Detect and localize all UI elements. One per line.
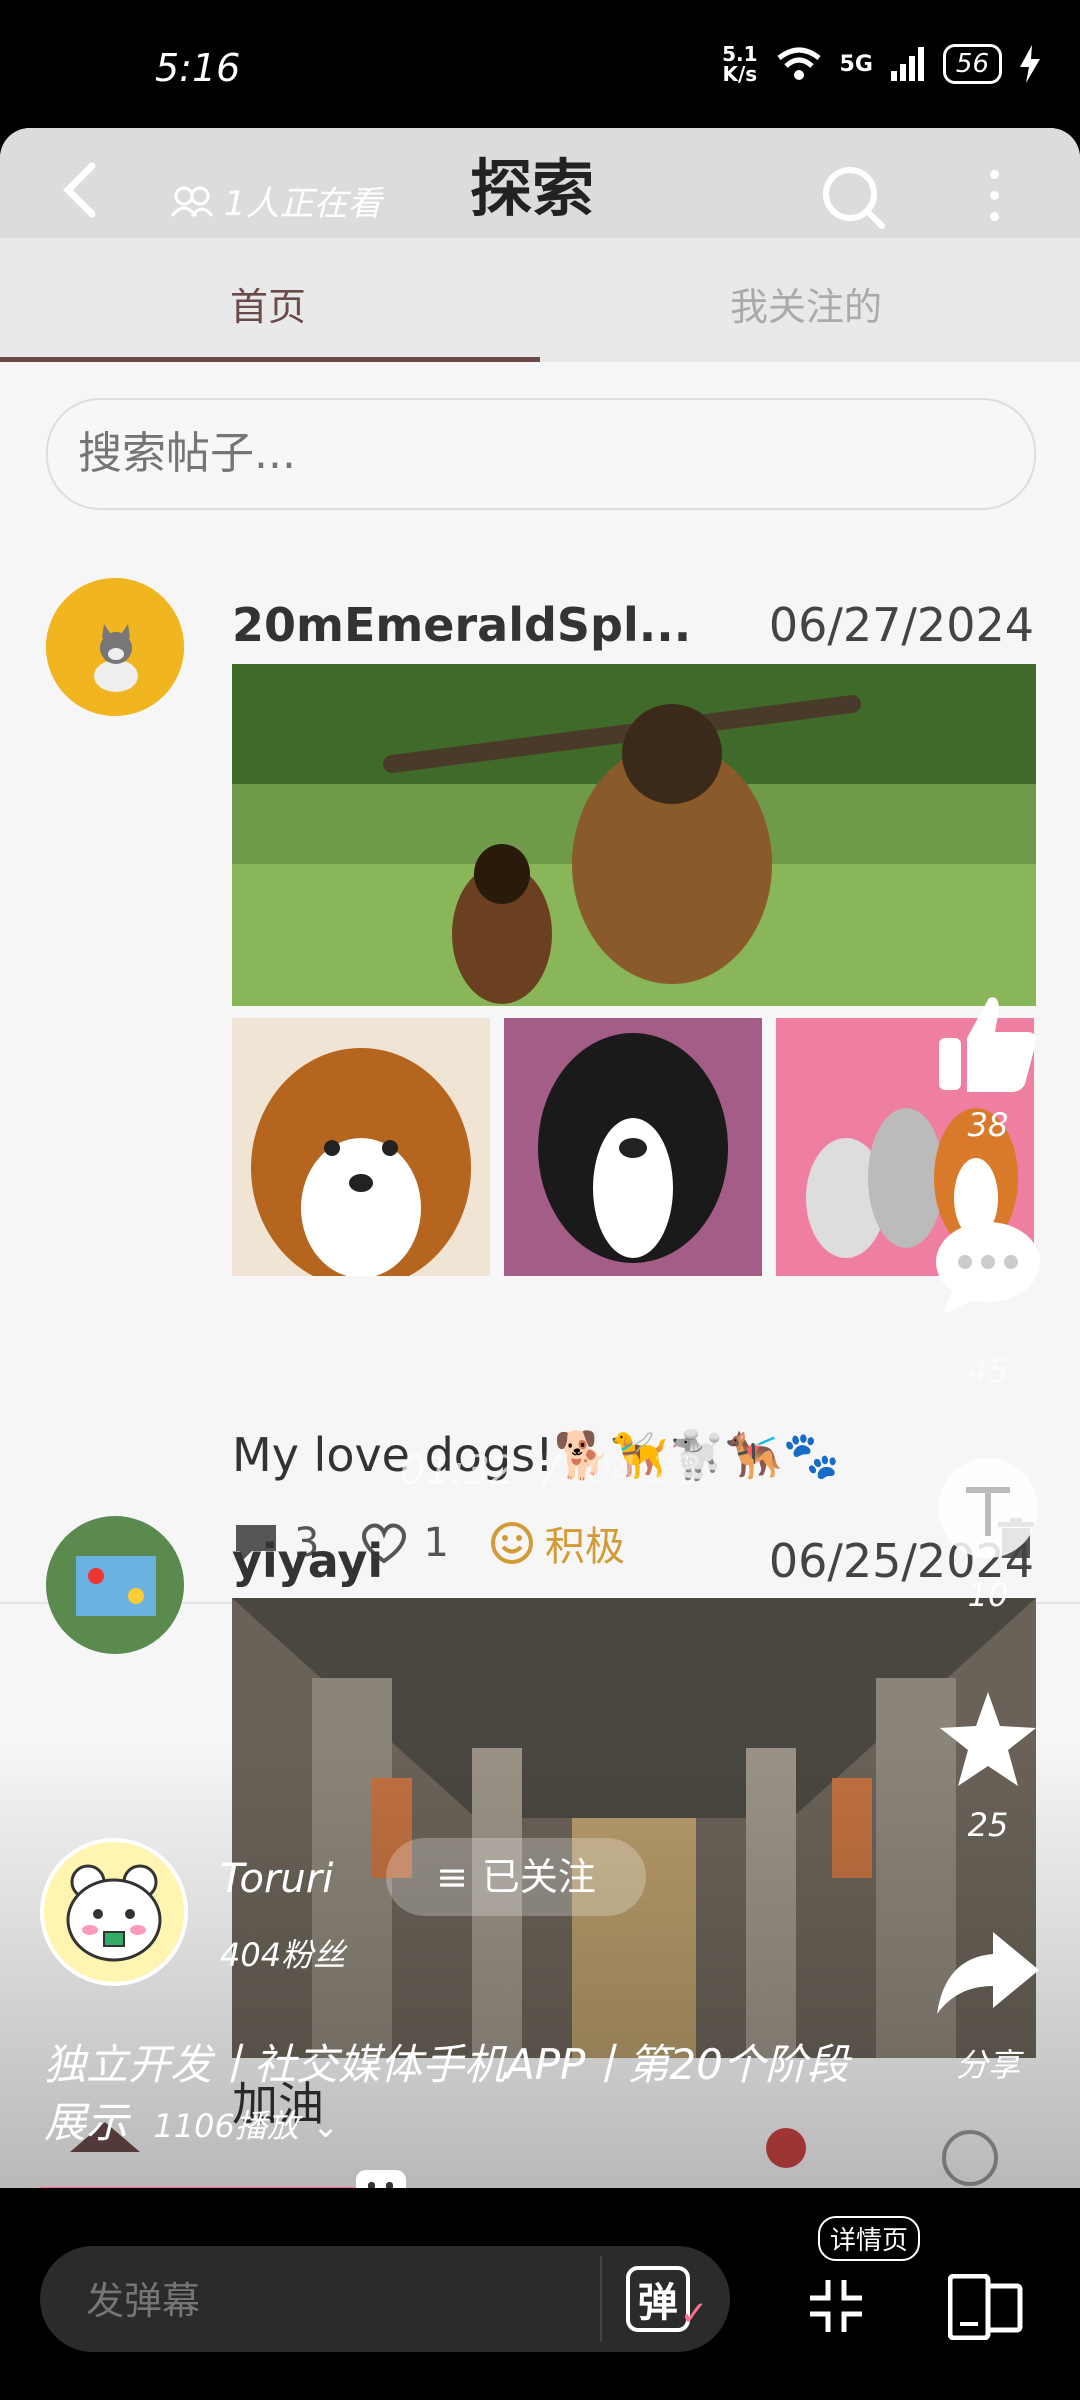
status-bar: 5:16 5.1 K/s 5G 56 (0, 0, 1080, 128)
thumbs-up-icon (939, 997, 1037, 1092)
video-share-label: 分享 (955, 2046, 1020, 2084)
post-thumbnail[interactable] (232, 1018, 490, 1276)
comment-bubble-icon (936, 1222, 1040, 1314)
network-type: 5G (839, 51, 873, 77)
bernese-image (504, 1018, 762, 1276)
video-coin-button[interactable]: 10 (928, 1456, 1048, 1614)
video-comment-count: 45 (967, 1352, 1009, 1390)
active-tab-indicator (0, 357, 540, 362)
signal-icon (890, 47, 924, 81)
status-time: 5:16 (155, 46, 241, 90)
cat-avatar-image (46, 578, 184, 716)
page-title: 探索 (470, 152, 595, 225)
avatar[interactable] (46, 578, 184, 716)
creator-avatar[interactable] (40, 1838, 188, 1986)
chevron-down-icon[interactable]: ⌄ (312, 2107, 339, 2145)
back-arrow-icon[interactable] (52, 160, 112, 220)
post-date: 06/27/2024 (768, 598, 1034, 652)
post-thumbnail[interactable] (504, 1018, 762, 1276)
follow-state-label: 已关注 (481, 1855, 596, 1899)
share-arrow-icon (937, 1932, 1039, 2014)
menu-lines-icon: ≡ (436, 1855, 468, 1899)
exit-fullscreen-icon[interactable] (808, 2278, 864, 2334)
coin-icon (938, 1458, 1038, 1558)
toy-avatar-image (46, 1516, 184, 1654)
video-favorite-count: 25 (967, 1806, 1009, 1844)
speed-value: 5.1 (722, 42, 758, 66)
star-icon (940, 1692, 1036, 1786)
more-options-icon[interactable] (990, 170, 999, 233)
mood-tag: 积极 (489, 1514, 625, 1572)
status-icons: 5.1 K/s 5G 56 (722, 44, 1040, 84)
video-coin-count: 10 (967, 1576, 1009, 1614)
sheltie-image (232, 1018, 490, 1276)
viewer-count-text: 1人正在看 (224, 184, 382, 224)
danmu-toggle-button[interactable]: 弹 ✓ (600, 2256, 732, 2342)
video-share-button[interactable]: 分享 (928, 1928, 1048, 2086)
dogs-with-stick-image (232, 664, 1036, 1006)
playback-time: 01:32 / 04:23 (400, 1448, 701, 1494)
play-count: 1106播放 (153, 2107, 299, 2145)
following-button[interactable]: ≡ 已关注 (386, 1838, 646, 1916)
post-username[interactable]: yiyayi (232, 1534, 383, 1588)
video-like-button[interactable]: 38 (928, 988, 1048, 1144)
danmu-input-box[interactable]: 弹 ✓ (40, 2246, 730, 2352)
detail-page-label[interactable]: 详情页 (818, 2216, 921, 2261)
video-comment-button[interactable]: 45 (928, 1218, 1048, 1390)
danmu-input[interactable] (84, 2272, 568, 2330)
check-icon: ✓ (679, 2294, 709, 2334)
bear-avatar-image (44, 1842, 184, 1982)
post-search-box[interactable] (46, 398, 1036, 510)
charging-icon (1020, 45, 1040, 83)
network-speed: 5.1 K/s (722, 44, 757, 84)
viewer-count: 1人正在看 (170, 176, 382, 225)
battery-indicator: 56 (942, 44, 1002, 84)
wifi-icon (776, 47, 821, 80)
time-separator: / (544, 1448, 558, 1494)
video-bottom-bar: 弹 ✓ 详情页 (0, 2188, 1080, 2400)
top-bar: 1人正在看 探索 (0, 128, 1080, 238)
like-count: 1 (423, 1520, 449, 1566)
video-favorite-button[interactable]: 25 (928, 1690, 1048, 1844)
mood-label: 积极 (544, 1524, 625, 1570)
tab-home[interactable]: 首页 (230, 276, 306, 331)
search-input[interactable] (76, 422, 980, 484)
fan-count: 404粉丝 (220, 1936, 346, 1974)
creator-name[interactable]: Toruri (220, 1856, 333, 1902)
post-main-photo[interactable] (232, 664, 1036, 1006)
tab-bar: 首页 我关注的 (0, 238, 1080, 362)
current-time: 01:32 (400, 1448, 516, 1494)
search-icon[interactable] (820, 164, 886, 230)
video-like-count: 38 (967, 1106, 1009, 1144)
tab-following[interactable]: 我关注的 (730, 276, 882, 331)
post-username[interactable]: 20mEmeraldSpl... (232, 598, 691, 652)
smile-icon (490, 1522, 533, 1564)
speed-unit: K/s (722, 62, 758, 86)
avatar[interactable] (46, 1516, 184, 1654)
video-title: 独立开发丨社交媒体手机APP丨第20个阶段展示 1106播放 ⌄ (44, 2036, 864, 2155)
portrait-mode-icon[interactable] (948, 2274, 1024, 2340)
people-icon (170, 186, 214, 217)
total-time: 04:23 (586, 1448, 702, 1494)
